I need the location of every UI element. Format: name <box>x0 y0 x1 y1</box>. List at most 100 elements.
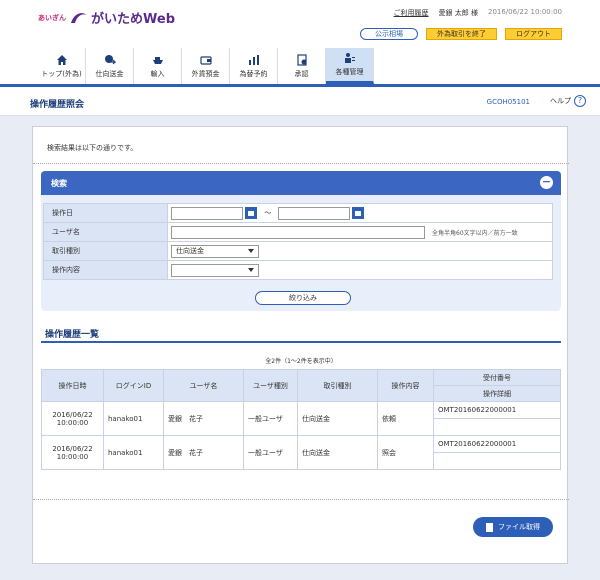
logo-swoosh-icon <box>71 12 87 23</box>
bank-logo: あいぎん がいためWeb <box>38 8 175 27</box>
user-info: ご利用履歴 愛銀 太郎 様 2016/06/22 10:00:00 <box>394 8 562 18</box>
cell-content: 照会 <box>377 435 434 470</box>
cell-detail[interactable] <box>433 452 561 470</box>
search-form: 操作日 ～ ユーザ名 全角半角60文字以内／前方一致 取引種別 仕向送金 操作内… <box>43 203 553 280</box>
filter-button[interactable]: 絞り込み <box>255 291 351 305</box>
result-count: 全2件（1～2件を表示中） <box>265 358 337 365</box>
cell-trans-type: 仕向送金 <box>297 401 378 436</box>
th-user-name: ユーザ名 <box>163 369 244 402</box>
nav-approval-label: 承認 <box>294 69 309 78</box>
nav-outward-remittance-label: 仕向送金 <box>95 69 124 78</box>
user-hint: 全角半角60文字以内／前方一致 <box>432 230 518 237</box>
search-header[interactable]: 検索 − <box>41 171 561 195</box>
user-name: 愛銀 太郎 様 <box>438 9 478 17</box>
nav-approval[interactable]: 承認 <box>278 48 326 84</box>
cell-receipt-no: OMT20160622000001 <box>433 435 561 453</box>
approval-icon <box>296 53 307 66</box>
help-icon: ? <box>574 95 586 107</box>
chevron-down-icon <box>248 268 254 272</box>
type-label: 取引種別 <box>43 241 168 261</box>
search-title: 検索 <box>51 179 67 188</box>
page-title: 操作履歴照会 <box>30 100 85 110</box>
cell-user-name: 愛銀 花子 <box>163 401 244 436</box>
nav-import-label: 輸入 <box>150 69 165 78</box>
nav-fx-deposit-label: 外貨預金 <box>191 69 220 78</box>
main-nav: トップ(外為) 仕向送金 輸入 外貨預金 為替予約 承認 各種管理 <box>38 48 374 84</box>
th-login-id: ログインID <box>103 369 164 402</box>
list-title: 操作履歴一覧 <box>45 330 100 340</box>
cell-date: 2016/06/22 <box>52 410 93 419</box>
ship-icon <box>152 56 163 64</box>
th-user-type: ユーザ種別 <box>243 369 298 402</box>
cell-detail[interactable] <box>433 418 561 436</box>
history-link[interactable]: ご利用履歴 <box>394 8 429 18</box>
login-datetime: 2016/06/22 10:00:00 <box>487 8 562 16</box>
cell-login-id: hanako01 <box>103 401 164 436</box>
nav-admin[interactable]: 各種管理 <box>326 48 374 84</box>
th-content: 操作内容 <box>377 369 434 402</box>
history-table: 操作日時 ログインID ユーザ名 ユーザ種別 取引種別 操作内容 受付番号 操作… <box>41 369 561 470</box>
nav-outward-remittance[interactable]: 仕向送金 <box>86 48 134 84</box>
date-to-input[interactable] <box>278 206 351 220</box>
end-fx-button[interactable]: 外為取引を終了 <box>426 28 497 40</box>
content-select[interactable] <box>171 263 259 277</box>
calendar-icon[interactable] <box>352 207 365 219</box>
cell-user-name: 愛銀 花子 <box>163 435 244 470</box>
remittance-icon <box>104 54 116 64</box>
cell-user-type: 一般ユーザ <box>243 401 298 436</box>
date-label: 操作日 <box>43 203 168 223</box>
title-bar: 操作履歴照会 GCOH05101 ヘルプ ? <box>0 88 600 116</box>
collapse-icon[interactable]: − <box>540 176 553 189</box>
content-label: 操作内容 <box>43 260 168 280</box>
content-panel: 検索結果は以下の通りです。 検索 − 操作日 ～ ユーザ名 全角半角60文字以内… <box>32 126 569 564</box>
th-trans-type: 取引種別 <box>297 369 378 402</box>
nav-forward-contract[interactable]: 為替予約 <box>230 48 278 84</box>
range-tilde: ～ <box>264 209 272 217</box>
trans-type-select[interactable]: 仕向送金 <box>171 244 259 258</box>
th-detail: 操作詳細 <box>433 385 561 402</box>
nav-top[interactable]: トップ(外為) <box>38 48 86 84</box>
logout-button[interactable]: ログアウト <box>505 28 562 40</box>
chart-icon <box>248 54 259 65</box>
help-link[interactable]: ヘルプ ? <box>550 95 586 107</box>
cell-time: 10:00:00 <box>56 418 89 427</box>
file-icon <box>486 522 493 532</box>
table-row: 2016/06/22 10:00:00 hanako01 愛銀 花子 一般ユーザ … <box>41 401 561 436</box>
home-icon <box>56 54 67 65</box>
calendar-icon[interactable] <box>245 207 257 219</box>
file-download-button[interactable]: ファイル取得 <box>473 517 553 537</box>
trans-type-value: 仕向送金 <box>176 247 204 255</box>
cell-content: 依頼 <box>377 401 434 436</box>
nav-admin-label: 各種管理 <box>335 68 364 76</box>
logo-main-text: がいためWeb <box>91 12 175 27</box>
date-from-input[interactable] <box>171 206 243 220</box>
wallet-icon <box>199 55 212 65</box>
screen-id: GCOH05101 <box>486 98 530 106</box>
nav-import[interactable]: 輸入 <box>134 48 182 84</box>
rate-button[interactable]: 公示相場 <box>360 28 418 40</box>
user-name-input[interactable] <box>171 225 425 239</box>
cell-receipt-no: OMT20160622000001 <box>433 401 561 419</box>
cell-date: 2016/06/22 <box>52 444 93 453</box>
cell-user-type: 一般ユーザ <box>243 435 298 470</box>
nav-top-label: トップ(外為) <box>41 69 82 78</box>
result-message: 検索結果は以下の通りです。 <box>47 144 138 152</box>
cell-trans-type: 仕向送金 <box>297 435 378 470</box>
file-download-label: ファイル取得 <box>498 523 540 531</box>
nav-forward-contract-label: 為替予約 <box>239 69 268 78</box>
divider <box>33 163 569 164</box>
list-title-underline <box>41 341 561 343</box>
search-section: 検索 − 操作日 ～ ユーザ名 全角半角60文字以内／前方一致 取引種別 仕向送… <box>41 171 561 311</box>
divider <box>33 499 569 500</box>
header-buttons: 公示相場 外為取引を終了 ログアウト <box>360 28 562 40</box>
help-label: ヘルプ <box>550 97 571 105</box>
user-label: ユーザ名 <box>43 222 168 242</box>
th-receipt-no: 受付番号 <box>433 369 561 386</box>
cell-login-id: hanako01 <box>103 435 164 470</box>
th-datetime: 操作日時 <box>41 369 104 402</box>
chevron-down-icon <box>248 249 254 253</box>
nav-fx-deposit[interactable]: 外貨預金 <box>182 48 230 84</box>
top-header: あいぎん がいためWeb ご利用履歴 愛銀 太郎 様 2016/06/22 10… <box>0 0 600 88</box>
table-row: 2016/06/22 10:00:00 hanako01 愛銀 花子 一般ユーザ … <box>41 435 561 470</box>
cell-time: 10:00:00 <box>56 452 89 461</box>
